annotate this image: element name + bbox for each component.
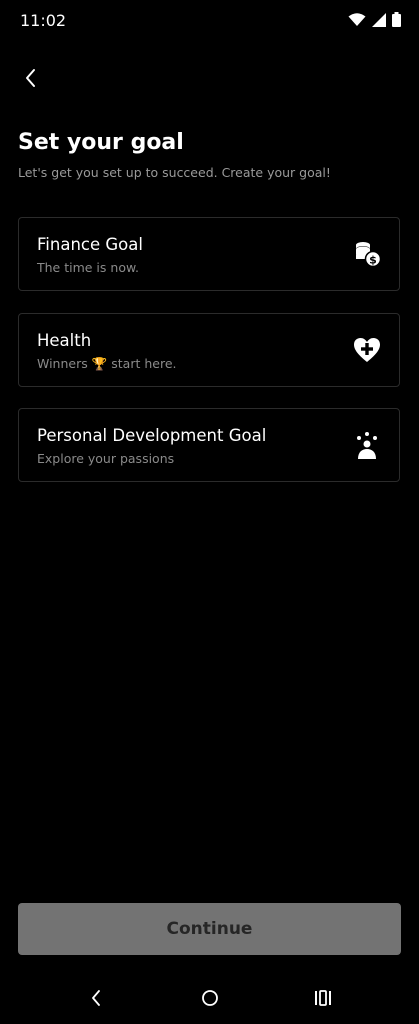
- nav-back-button[interactable]: [81, 987, 111, 1013]
- goal-card-title: Personal Development Goal: [37, 426, 267, 445]
- page-title: Set your goal: [18, 130, 184, 155]
- navigation-bar: [0, 975, 419, 1024]
- goal-card-subtitle: The time is now.: [37, 260, 140, 275]
- goal-card-subtitle: Winners 🏆 start here.: [37, 356, 177, 371]
- coins-icon: $: [353, 240, 381, 268]
- goal-card-title: Finance Goal: [37, 235, 143, 254]
- nav-home-button[interactable]: [195, 987, 225, 1013]
- chevron-left-icon: [24, 68, 36, 92]
- home-nav-icon: [201, 989, 219, 1011]
- status-bar: 11:02: [0, 0, 419, 44]
- battery-icon: [392, 12, 401, 31]
- person-sparkle-icon: [353, 431, 381, 459]
- goal-card-health[interactable]: Health Winners 🏆 start here.: [18, 313, 400, 387]
- svg-text:$: $: [369, 254, 377, 267]
- goal-card-personal-development[interactable]: Personal Development Goal Explore your p…: [18, 408, 400, 482]
- recents-nav-icon: [314, 990, 332, 1010]
- goal-card-title: Health: [37, 331, 92, 350]
- goal-card-subtitle: Explore your passions: [37, 451, 175, 466]
- nav-recents-button[interactable]: [308, 987, 338, 1013]
- back-nav-icon: [91, 990, 101, 1010]
- goal-card-finance[interactable]: Finance Goal The time is now. $: [18, 217, 400, 291]
- signal-icon: [372, 12, 386, 31]
- continue-button[interactable]: Continue: [18, 903, 401, 955]
- page-subtitle: Let's get you set up to succeed. Create …: [18, 165, 331, 180]
- heart-plus-icon: [353, 336, 381, 364]
- back-button[interactable]: [16, 66, 44, 94]
- wifi-icon: [348, 12, 366, 31]
- status-icons: [348, 12, 401, 31]
- status-time: 11:02: [20, 11, 67, 30]
